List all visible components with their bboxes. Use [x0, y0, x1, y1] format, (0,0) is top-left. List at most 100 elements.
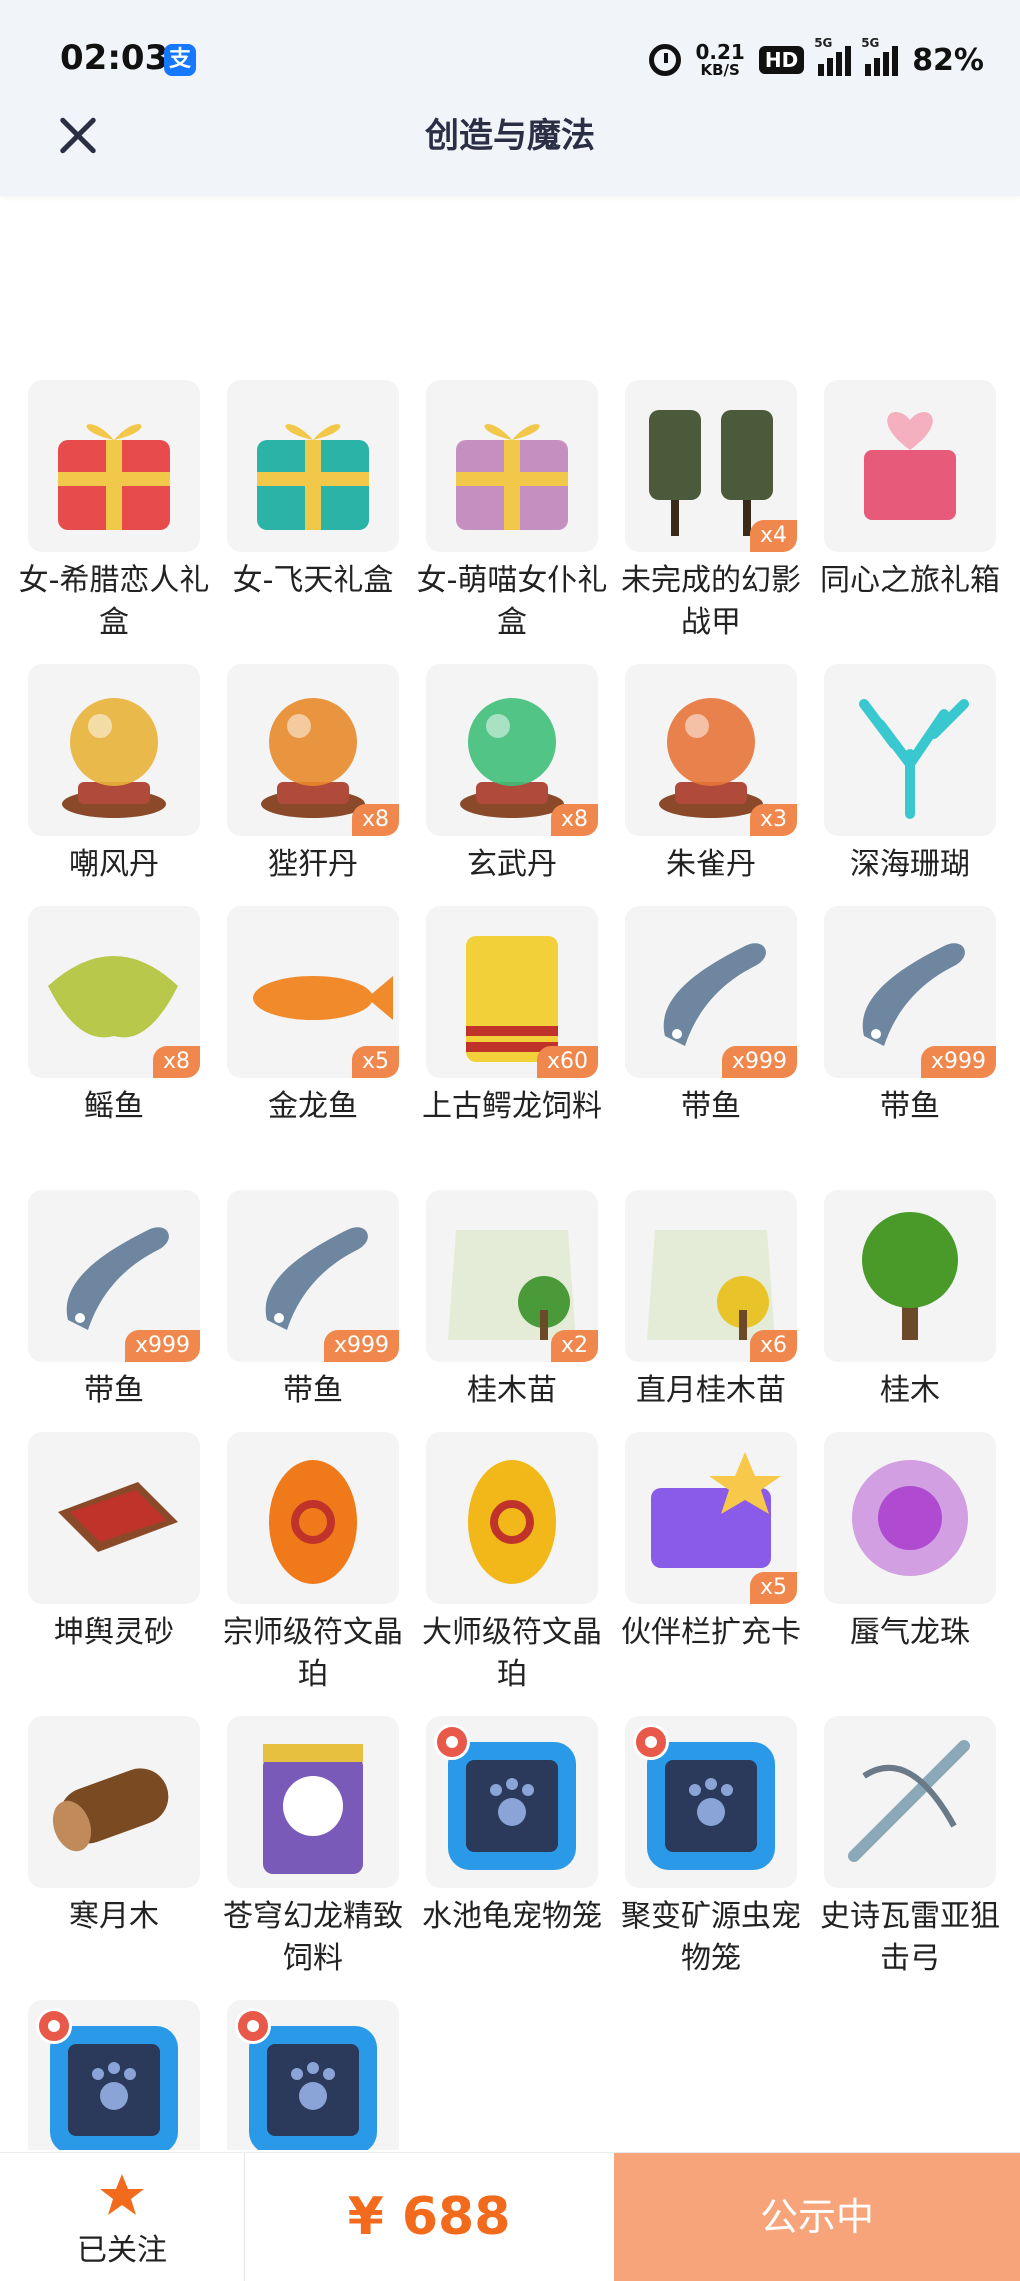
- item-label: 聚变矿源虫宠物笼: [621, 1899, 801, 1976]
- top-bar: 02:03 支 0.21 KB/S HD 5G 5G 82% 创造与魔法: [0, 0, 1020, 196]
- item-label: 女-萌喵女仆礼盒: [416, 563, 608, 640]
- item-thumbnail: x999: [28, 1190, 200, 1362]
- item-thumbnail: x2: [426, 1190, 598, 1362]
- signal-tag-2: 5G: [861, 36, 880, 50]
- pet-badge-icon: [36, 2008, 72, 2044]
- item-thumbnail: x999: [824, 906, 996, 1078]
- item-thumbnail: [227, 380, 399, 552]
- item-thumbnail: x60: [426, 906, 598, 1078]
- item-label: 狴犴丹: [268, 847, 358, 882]
- feed-box-icon: [263, 1744, 363, 1874]
- item-label: 大师级符文晶珀: [422, 1615, 602, 1692]
- gift-box-icon: [257, 424, 369, 530]
- item-thumbnail: [227, 1432, 399, 1604]
- item-label: 寒月木: [69, 1899, 159, 1934]
- item-thumbnail: x4: [625, 380, 797, 552]
- bottom-bar: 已关注 ¥ 688 公示中: [0, 2152, 1020, 2281]
- pet-badge-icon: [235, 2008, 271, 2044]
- item-thumbnail: x999: [625, 906, 797, 1078]
- net-speed-unit: KB/S: [700, 61, 740, 79]
- item-label: 直月桂木苗: [636, 1373, 786, 1408]
- item-thumbnail: [824, 1432, 996, 1604]
- item-thumbnail: x5: [227, 906, 399, 1078]
- alarm-icon: [649, 44, 682, 76]
- item-thumbnail: [28, 1432, 200, 1604]
- item-thumbnail: x3: [625, 664, 797, 836]
- item-thumbnail: x999: [227, 1190, 399, 1362]
- item-count-badge: x999: [124, 1330, 200, 1362]
- item-label: 上古鳄龙饲料: [422, 1089, 602, 1124]
- item-thumbnail: x8: [227, 664, 399, 836]
- gift-box-icon: [456, 424, 568, 530]
- item-label: 桂木苗: [467, 1373, 557, 1408]
- item-label: 带鱼: [681, 1089, 741, 1124]
- net-speed-value: 0.21: [695, 40, 745, 64]
- tree-icon: [862, 1212, 958, 1340]
- item-label: 水池龟宠物笼: [422, 1899, 602, 1934]
- item-thumbnail: [28, 380, 200, 552]
- item-thumbnail: [625, 1716, 797, 1888]
- gift-box-icon: [58, 424, 170, 530]
- item-count-badge: x8: [550, 804, 598, 836]
- follow-label: 已关注: [77, 2233, 167, 2268]
- close-icon[interactable]: [52, 110, 104, 162]
- item-thumbnail: [426, 1716, 598, 1888]
- follow-button[interactable]: 已关注: [0, 2153, 245, 2281]
- status-time: 02:03: [60, 38, 169, 78]
- item-count-badge: x6: [749, 1330, 797, 1362]
- coral-icon: [859, 699, 969, 819]
- item-label: 苍穹幻龙精致饲料: [223, 1899, 403, 1976]
- item-thumbnail: [824, 664, 996, 836]
- item-label: 鳐鱼: [84, 1089, 144, 1124]
- item-label: 同心之旅礼箱: [820, 563, 1000, 598]
- item-count-badge: x999: [323, 1330, 399, 1362]
- item-label: 坤舆灵砂: [54, 1615, 174, 1650]
- item-thumbnail: [824, 1190, 996, 1362]
- price: ¥ 688: [347, 2187, 511, 2247]
- publicity-button[interactable]: 公示中: [614, 2153, 1020, 2281]
- item-label: 未完成的幻影战甲: [621, 563, 801, 640]
- item-thumbnail: [28, 664, 200, 836]
- item-thumbnail: [824, 1716, 996, 1888]
- pet-badge-icon: [633, 1724, 669, 1760]
- item-thumbnail: [28, 1716, 200, 1888]
- pet-badge-icon: [434, 1724, 470, 1760]
- item-label: 宗师级符文晶珀: [223, 1615, 403, 1692]
- item-label: 玄武丹: [467, 847, 557, 882]
- heart-gift-icon: [864, 411, 956, 520]
- item-count-badge: x5: [351, 1046, 399, 1078]
- log-icon: [52, 1768, 169, 1852]
- item-label: 带鱼: [283, 1373, 343, 1408]
- hd-icon: HD: [758, 46, 805, 74]
- item-label: 史诗瓦雷亚狙击弓: [820, 1899, 1000, 1976]
- item-count-badge: x8: [351, 804, 399, 836]
- item-label: 带鱼: [880, 1089, 940, 1124]
- item-thumbnail: x5: [625, 1432, 797, 1604]
- item-label: 金龙鱼: [268, 1089, 358, 1124]
- item-count-badge: x60: [536, 1046, 598, 1078]
- item-count-badge: x2: [550, 1330, 598, 1362]
- item-grid: 冥河之舟浮岛礼盒机甲核心x13魔法奶酪折扣包典礼之花礼盒应龙礼箱女-希腊恋人礼盒…: [0, 0, 1020, 2150]
- item-thumbnail: x8: [28, 906, 200, 1078]
- net-speed: 0.21 KB/S: [695, 42, 744, 78]
- item-label: 女-希腊恋人礼盒: [18, 563, 210, 640]
- alipay-icon: 支: [164, 44, 196, 76]
- amber-egg-icon: [468, 1460, 556, 1584]
- crossbow-icon: [848, 1740, 970, 1862]
- item-count-badge: x999: [920, 1046, 996, 1078]
- item-label: 朱雀丹: [666, 847, 756, 882]
- item-thumbnail: [426, 380, 598, 552]
- page-header: 创造与魔法: [0, 110, 1020, 196]
- item-label: 女-飞天礼盒: [232, 563, 394, 598]
- item-count-badge: x8: [152, 1046, 200, 1078]
- status-bar: 02:03 支 0.21 KB/S HD 5G 5G 82%: [0, 0, 1020, 120]
- item-label: 嘲风丹: [69, 847, 159, 882]
- item-thumbnail: [28, 2000, 200, 2150]
- orb-icon: [62, 698, 166, 818]
- status-icons: 0.21 KB/S HD 5G 5G 82%: [649, 36, 984, 84]
- item-thumbnail: x6: [625, 1190, 797, 1362]
- item-thumbnail: [824, 380, 996, 552]
- signal-icon: 5G: [814, 36, 852, 76]
- item-count-badge: x4: [749, 520, 797, 552]
- item-thumbnail: [426, 1432, 598, 1604]
